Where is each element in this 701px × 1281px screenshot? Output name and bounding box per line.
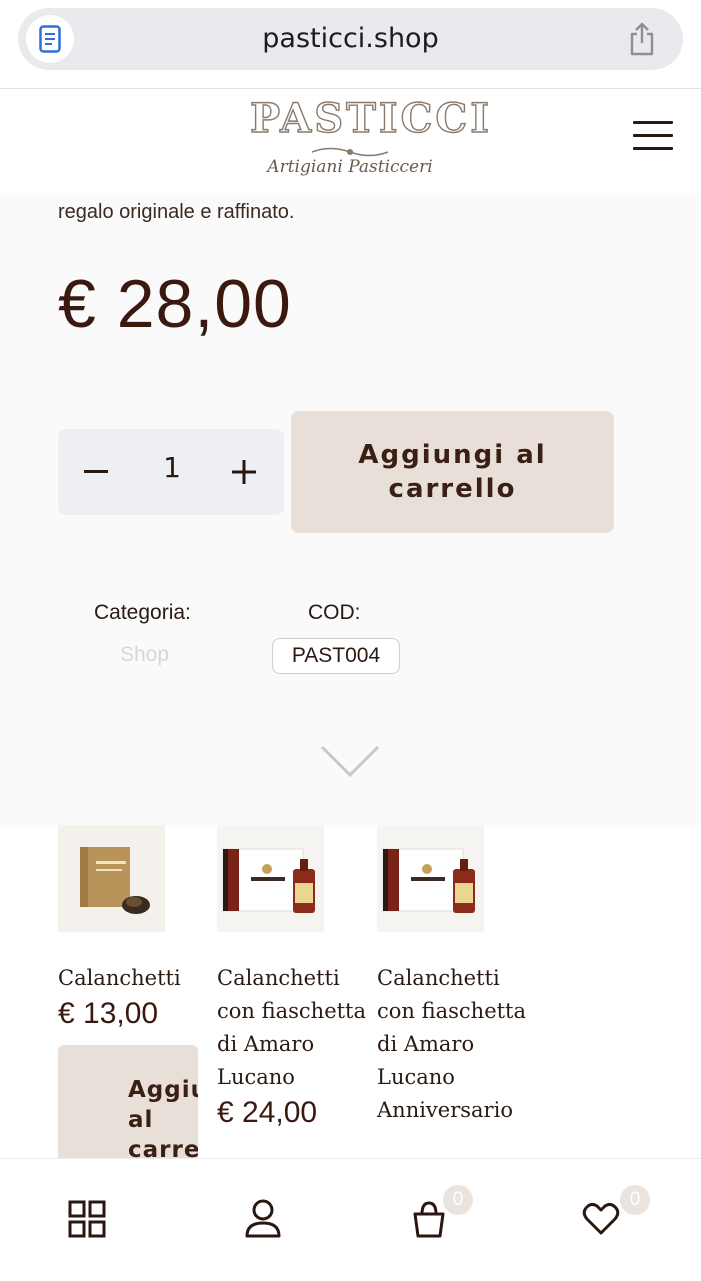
minus-icon	[84, 470, 108, 473]
add-to-cart-button[interactable]: Aggiungi al carrello	[291, 411, 614, 533]
quantity-input[interactable]: 1	[146, 451, 198, 484]
hamburger-menu-icon[interactable]	[633, 121, 673, 151]
url-text[interactable]: pasticci.shop	[18, 8, 683, 70]
cart-count-badge: 0	[443, 1185, 473, 1215]
related-products: Calanchetti € 13,00 Aggiungi al carrello…	[0, 825, 701, 1160]
share-button[interactable]	[623, 20, 661, 58]
cart-icon	[413, 1201, 445, 1238]
share-icon	[630, 22, 654, 56]
wishlist-count-badge: 0	[620, 1185, 650, 1215]
add-to-cart-label: Aggiungi al carrello	[128, 1077, 198, 1160]
site-logo[interactable]: PASTICCI Artigiani Pasticceri	[249, 94, 492, 185]
category-link[interactable]: Shop	[120, 643, 169, 667]
category-label: Categoria:	[94, 601, 191, 624]
product-price: € 28,00	[58, 266, 292, 342]
product-details: regalo originale e raffinato. € 28,00 1 …	[0, 193, 701, 825]
product-price: € 13,00	[58, 997, 159, 1030]
tab-wishlist[interactable]	[577, 1195, 625, 1243]
tab-shop[interactable]	[63, 1195, 111, 1243]
calanchetti-anniversario-image	[377, 825, 484, 932]
logo-title: PASTICCI	[249, 94, 492, 142]
heart-icon	[582, 1202, 620, 1235]
code-label: COD:	[308, 601, 361, 624]
calanchetti-box-image	[58, 825, 165, 932]
chevron-down-icon[interactable]	[320, 745, 380, 779]
address-bar[interactable]: pasticci.shop	[18, 8, 683, 70]
product-card[interactable]: Calanchetti con fiaschetta di Amaro Luca…	[377, 825, 527, 1127]
user-icon	[245, 1199, 281, 1238]
quantity-stepper: 1	[58, 429, 284, 515]
product-name[interactable]: Calanchetti con fiaschetta di Amaro Luca…	[377, 962, 527, 1127]
calanchetti-amaro-image	[217, 825, 324, 932]
product-price: € 24,00	[217, 1096, 318, 1129]
decrease-quantity-button[interactable]	[84, 455, 108, 489]
product-description: regalo originale e raffinato.	[58, 201, 295, 223]
product-card[interactable]: Calanchetti con fiaschetta di Amaro Luca…	[217, 825, 367, 1132]
product-name[interactable]: Calanchetti con fiaschetta di Amaro Luca…	[217, 962, 367, 1094]
increase-quantity-button[interactable]	[232, 455, 256, 489]
product-card[interactable]: Calanchetti € 13,00 Aggiungi al carrello	[58, 825, 208, 1160]
site-header: PASTICCI Artigiani Pasticceri	[0, 89, 701, 193]
product-image[interactable]	[58, 825, 165, 932]
browser-chrome: pasticci.shop	[0, 0, 701, 89]
logo-subtitle: Artigiani Pasticceri	[267, 157, 433, 177]
bottom-tab-bar: 0 0	[0, 1158, 701, 1281]
plus-icon	[232, 460, 256, 484]
product-code-badge: PAST004	[272, 638, 400, 674]
add-to-cart-label: Aggiungi al carrello	[358, 440, 547, 504]
product-image[interactable]	[217, 825, 324, 932]
product-image[interactable]	[377, 825, 484, 932]
grid-icon	[68, 1200, 106, 1238]
add-to-cart-button[interactable]: Aggiungi al carrello	[58, 1045, 198, 1160]
tab-account[interactable]	[239, 1195, 287, 1243]
product-name[interactable]: Calanchetti	[58, 962, 208, 995]
